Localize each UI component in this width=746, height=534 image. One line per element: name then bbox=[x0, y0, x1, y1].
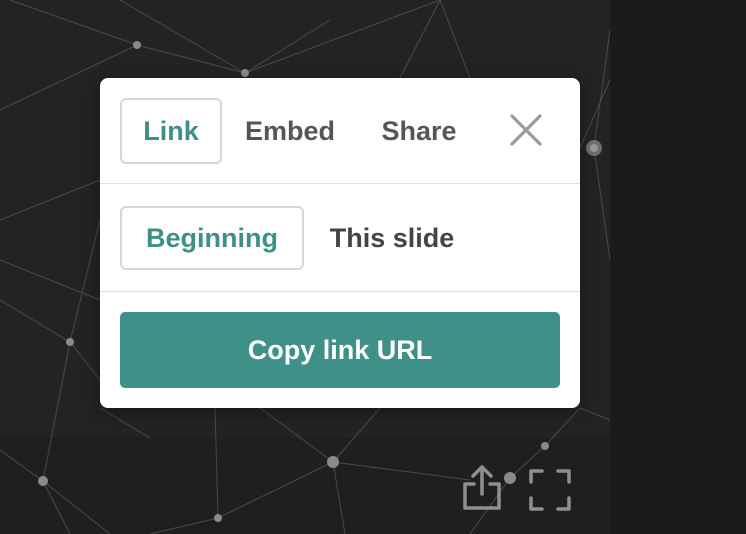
share-tabs: Link Embed Share bbox=[100, 78, 580, 184]
tab-embed[interactable]: Embed bbox=[234, 98, 346, 164]
share-icon[interactable] bbox=[462, 464, 502, 510]
tab-share[interactable]: Share bbox=[366, 98, 472, 164]
close-icon[interactable] bbox=[506, 110, 546, 150]
share-dialog: Link Embed Share Beginning This slide Co… bbox=[100, 78, 580, 408]
link-start-options: Beginning This slide bbox=[100, 184, 580, 292]
start-this-slide-option[interactable]: This slide bbox=[316, 206, 468, 270]
copy-link-button[interactable]: Copy link URL bbox=[120, 312, 560, 388]
tab-link[interactable]: Link bbox=[120, 98, 222, 164]
fullscreen-icon[interactable] bbox=[528, 468, 572, 512]
start-beginning-option[interactable]: Beginning bbox=[120, 206, 304, 270]
